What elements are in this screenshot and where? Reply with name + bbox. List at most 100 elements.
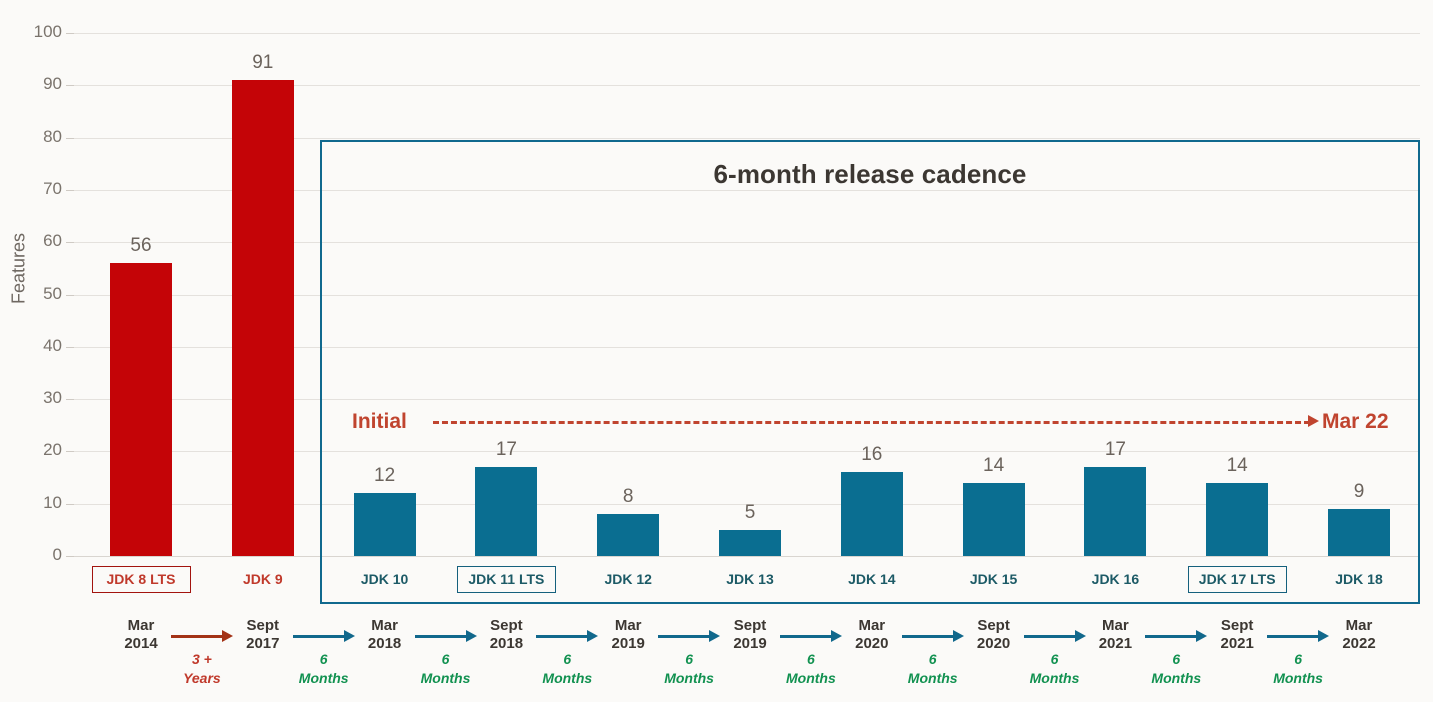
category-label-jdk-14[interactable]: JDK 14 — [812, 571, 932, 587]
initial-label: Initial — [352, 410, 407, 433]
timeline-gap-unit: Months — [907, 670, 958, 686]
plot-area: Features 100 90 80 70 60 50 40 30 20 10 0 6-month … — [0, 0, 1433, 702]
timeline-gap-unit: Months — [1273, 670, 1323, 686]
end-date-label: Mar 22 — [1322, 410, 1389, 433]
timeline-arrow-icon — [170, 630, 233, 642]
category-label-jdk-13[interactable]: JDK 13 — [690, 571, 810, 587]
y-tick-label: 0 — [0, 545, 62, 565]
bar-jdk-16[interactable] — [1084, 467, 1147, 556]
timeline-gap-number: 6 — [806, 651, 815, 667]
bar-value-label: 17 — [1104, 439, 1126, 461]
timeline-gap-unit: Months — [298, 670, 349, 686]
category-label-jdk-10[interactable]: JDK 10 — [325, 571, 445, 587]
bar-jdk-14[interactable] — [840, 472, 903, 556]
y-tick-value: 80 — [43, 126, 62, 146]
timeline-arrow-icon — [292, 630, 355, 642]
timeline-gap-label: 6 Months — [1243, 650, 1353, 688]
initial-arrowhead-icon — [1308, 415, 1319, 427]
y-tick-value: 100 — [33, 22, 62, 41]
y-tick-mark — [66, 85, 74, 87]
arrow-shaft — [658, 635, 711, 638]
arrow-head — [1074, 630, 1086, 642]
timeline-gap-unit: Months — [420, 670, 471, 686]
arrow-shaft — [536, 635, 589, 638]
timeline-gap-unit: Months — [542, 670, 593, 686]
y-tick-value: 10 — [43, 492, 62, 512]
category-label-lts-jdk-17-lts[interactable]: JDK 17 LTS — [1187, 566, 1287, 593]
gridline — [73, 33, 1420, 34]
arrow-shaft — [292, 635, 345, 638]
y-tick-mark — [66, 451, 74, 453]
timeline-gap-number: 6 — [441, 651, 450, 667]
timeline-gap-label: 6 Months — [634, 650, 744, 688]
timeline-gap-number: 6 — [1172, 651, 1181, 667]
bar-jdk-11-lts[interactable] — [475, 467, 538, 556]
y-tick-mark — [66, 189, 74, 191]
bar-value-label: 14 — [1226, 454, 1248, 476]
y-tick-mark — [66, 137, 74, 139]
y-tick-mark — [66, 399, 74, 401]
timeline-arrow-icon — [536, 630, 599, 642]
y-tick-label: 10 — [0, 493, 62, 513]
arrow-head — [709, 630, 721, 642]
timeline-gap-label: 6 Months — [1000, 650, 1110, 688]
timeline-gap-number: 6 — [563, 651, 572, 667]
category-label-jdk-16[interactable]: JDK 16 — [1055, 571, 1175, 587]
bar-jdk-10[interactable] — [353, 493, 416, 556]
gridline — [73, 556, 1420, 557]
arrow-head — [1196, 630, 1208, 642]
timeline-arrow-icon — [658, 630, 721, 642]
category-label-jdk-12[interactable]: JDK 12 — [568, 571, 688, 587]
bar-jdk-12[interactable] — [597, 514, 660, 556]
timeline-gap-number: 6 — [1050, 651, 1059, 667]
y-tick-mark — [66, 503, 74, 505]
y-tick-label: 100 — [0, 22, 62, 42]
y-tick-value: 70 — [43, 178, 62, 198]
y-tick-mark — [66, 294, 74, 296]
y-tick-value: 30 — [43, 388, 62, 408]
bar-value-label: 5 — [744, 501, 756, 523]
bar-jdk-8-lts[interactable] — [110, 263, 172, 556]
arrow-head — [1318, 630, 1330, 642]
category-label-jdk-18[interactable]: JDK 18 — [1299, 571, 1419, 587]
timeline-gap-unit: Years — [183, 670, 221, 686]
y-tick-mark — [66, 33, 74, 34]
bar-jdk-13[interactable] — [719, 529, 781, 556]
timeline-gap-label: 6 Months — [269, 650, 379, 688]
y-tick-label: 30 — [0, 388, 62, 408]
arrow-head — [343, 630, 355, 642]
bar-jdk-15[interactable] — [962, 482, 1025, 556]
timeline-gap-number: 6 — [319, 651, 328, 667]
y-tick-mark — [66, 346, 74, 348]
bar-value-label: 16 — [861, 444, 883, 466]
bar-jdk-18[interactable] — [1328, 508, 1390, 556]
timeline-gap-number: 6 — [685, 651, 693, 667]
arrow-shaft — [414, 635, 467, 638]
y-tick-label: 60 — [0, 231, 62, 251]
timeline-gap-label: 3 + Years — [147, 650, 257, 688]
category-label-lts-jdk-8-lts[interactable]: JDK 8 LTS — [91, 566, 191, 593]
bar-value-label: 17 — [495, 439, 517, 461]
timeline-arrow-icon — [414, 630, 477, 642]
timeline-arrow-icon — [779, 630, 842, 642]
timeline-gap-label: 6 Months — [878, 650, 988, 688]
y-tick-label: 80 — [0, 127, 62, 147]
y-tick-value: 0 — [52, 545, 62, 564]
timeline-gap-label: 6 Months — [391, 650, 501, 688]
arrow-shaft — [1267, 635, 1320, 638]
y-tick-label: 40 — [0, 336, 62, 356]
y-tick-value: 50 — [43, 283, 62, 303]
category-label-jdk-15[interactable]: JDK 15 — [934, 571, 1054, 587]
bar-jdk-17-lts[interactable] — [1206, 482, 1269, 556]
bar-jdk-9[interactable] — [231, 80, 294, 556]
initial-dashed-line — [433, 421, 1310, 424]
arrow-head — [465, 630, 477, 642]
timeline-arrow-icon — [1145, 630, 1208, 642]
y-tick-mark — [66, 556, 74, 557]
timeline-gap-label: 6 Months — [512, 650, 622, 688]
category-label-lts-jdk-11-lts[interactable]: JDK 11 LTS — [456, 566, 556, 593]
category-label-jdk-9[interactable]: JDK 9 — [203, 571, 323, 587]
timeline-gap-number: 6 — [1294, 651, 1302, 667]
y-tick-label: 50 — [0, 284, 62, 304]
timeline-gap-label: 6 Months — [756, 650, 866, 688]
